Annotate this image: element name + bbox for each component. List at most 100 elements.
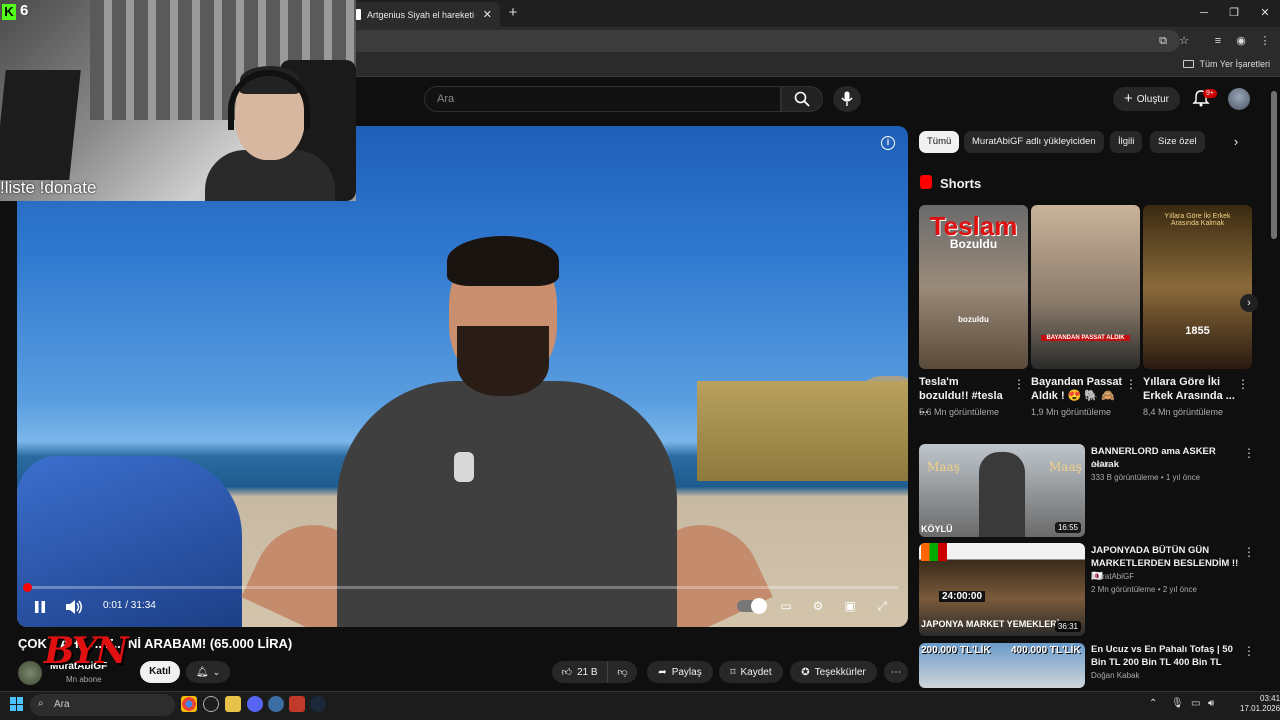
chip-for-you[interactable]: Size özel (1150, 131, 1205, 153)
taskbar-search-label: Ara (54, 699, 70, 710)
video-thumbnail[interactable]: Maaş Maaş KÖYLÜ 16:55 (919, 444, 1085, 537)
short-thumbnail[interactable]: Yıllara Göre İki Erkek Arasında Kalmak 1… (1143, 205, 1252, 369)
short-thumbnail[interactable]: BAYANDAN PASSAT ALDIK (1031, 205, 1140, 369)
chrome-icon[interactable] (181, 696, 197, 712)
channel-name[interactable]: Doğan Kabak (1091, 671, 1139, 680)
restore-button[interactable]: ❐ (1224, 4, 1244, 22)
media-controls-icon[interactable]: ≡ (1210, 33, 1226, 49)
thanks-button[interactable]: ✪ Teşekkürler (790, 661, 877, 683)
volume-icon (66, 600, 82, 614)
settings-button[interactable]: ⚙ (807, 595, 829, 617)
short-title[interactable]: Bayandan Passat Aldık ! 😍 🐘 🙈 (1031, 375, 1123, 403)
microphone-icon[interactable]: 🎙︎ (1171, 698, 1184, 709)
taskbar-clock[interactable]: 03:41 17.01.2026 (1240, 694, 1280, 714)
channel-avatar[interactable] (18, 661, 42, 685)
short-views: 8,4 Mn görüntüleme (1143, 407, 1224, 417)
thumb-figure (979, 452, 1025, 537)
new-tab-button[interactable]: + (505, 5, 521, 21)
chip-related[interactable]: İlgili (1110, 131, 1143, 153)
info-icon[interactable]: i (881, 136, 895, 150)
app-icon[interactable] (268, 696, 284, 712)
display-icon[interactable]: ▭ (1191, 698, 1200, 709)
volume-button[interactable] (64, 598, 84, 616)
video-duration: 16:55 (1054, 522, 1081, 533)
thanks-icon: ✪ (801, 666, 810, 678)
more-icon[interactable]: ⋮ (1013, 377, 1025, 391)
chip-uploader[interactable]: MuratAbiGF adlı yükleyiciden (964, 131, 1104, 153)
bookmark-icon: ⌑ (730, 666, 736, 678)
address-bar[interactable] (350, 30, 1180, 52)
subtitles-button[interactable]: ▭ (775, 595, 797, 617)
fullscreen-button[interactable]: ⤢ (871, 595, 893, 617)
time-display: 0:01 / 31:34 (103, 600, 156, 611)
volume-icon[interactable]: 🔊︎ (1208, 698, 1214, 709)
dislike-button[interactable]: 👎︎ (607, 661, 637, 683)
more-icon[interactable]: ⋮ (1243, 545, 1255, 559)
short-thumbnail[interactable]: Teslam Bozuldu bozuldu (919, 205, 1028, 369)
chip-all[interactable]: Tümü (919, 131, 960, 153)
more-actions-button[interactable]: ⋯ (884, 661, 908, 683)
tab-favicon-icon (356, 9, 361, 20)
subscription-bell-button[interactable]: 🔔︎ ⌄ (186, 661, 230, 683)
voice-search-button[interactable] (833, 86, 861, 112)
search-button[interactable] (781, 86, 823, 112)
kick-logo-icon: K (2, 4, 16, 20)
theater-mode-button[interactable]: ▣ (839, 595, 861, 617)
chevron-right-icon[interactable]: › (1228, 134, 1244, 150)
video-thumbnail[interactable]: 200.000 TL'LİK 400.000 TL'LİK (919, 643, 1085, 688)
video-player[interactable]: i 0:01 / 31:34 ▭ ⚙ ▣ ⤢ (17, 126, 908, 627)
progress-bar[interactable] (27, 586, 898, 589)
more-icon[interactable]: ⋮ (1243, 644, 1255, 658)
create-label: Oluştur (1136, 93, 1169, 105)
app-icon[interactable] (203, 696, 219, 712)
browser-menu-icon[interactable]: ⋮ (1257, 33, 1273, 49)
profile-icon[interactable]: ◉ (1233, 33, 1249, 49)
save-button[interactable]: ⌑ Kaydet (719, 661, 783, 683)
shorts-next-button[interactable]: › (1240, 294, 1258, 312)
folder-icon (1183, 60, 1195, 68)
app-icon[interactable] (289, 696, 305, 712)
search-input[interactable]: Ara (424, 86, 781, 112)
thumbs-down-icon: 👎︎ (617, 667, 628, 678)
more-icon[interactable]: ⋮ (1237, 377, 1249, 391)
scrubber-handle[interactable] (23, 583, 32, 592)
bookmark-star-icon[interactable]: ☆ (1176, 33, 1192, 49)
minimize-button[interactable]: ─ (1194, 4, 1214, 22)
thumbs-up-icon: 👍︎ (561, 667, 572, 678)
close-window-button[interactable]: ✕ (1255, 4, 1275, 22)
all-bookmarks[interactable]: Tüm Yer İşaretleri (1183, 59, 1270, 69)
create-button[interactable]: + Oluştur (1113, 87, 1180, 111)
scene-person-beard (457, 326, 549, 396)
discord-icon[interactable] (247, 696, 263, 712)
tab-close-icon[interactable]: ✕ (483, 8, 492, 21)
file-explorer-icon[interactable] (225, 696, 241, 712)
short-overlay-text: Yıllara Göre İki Erkek Arasında Kalmak (1164, 213, 1231, 227)
channel-name[interactable]: Ackie (1091, 460, 1111, 469)
like-button[interactable]: 👍︎ 21 B (552, 661, 607, 683)
share-button[interactable]: ➦ Paylaş (647, 661, 713, 683)
autoplay-toggle[interactable] (737, 598, 767, 614)
account-avatar[interactable] (1228, 88, 1250, 110)
video-meta: 2 Mn görüntüleme • 2 yıl önce (1091, 585, 1197, 594)
install-app-icon[interactable]: ⧉ (1155, 33, 1171, 49)
join-button[interactable]: Katıl (140, 661, 180, 683)
theater-icon: ▣ (844, 599, 856, 613)
more-icon[interactable]: ⋮ (1125, 377, 1137, 391)
short-title[interactable]: Yıllara Göre İki Erkek Arasında ... (1143, 375, 1235, 403)
thumb-text: KÖYLÜ (921, 524, 953, 534)
video-title[interactable]: En Ucuz vs En Pahalı Tofaş | 50 Bin TL 2… (1091, 643, 1239, 669)
page-scrollbar[interactable] (1271, 91, 1277, 239)
start-button[interactable] (10, 697, 24, 711)
steam-icon[interactable] (310, 696, 326, 712)
bell-icon: 🔔︎ (195, 666, 209, 678)
pause-button[interactable] (31, 598, 49, 616)
short-overlay-text: bozuldu (958, 315, 989, 324)
browser-tab[interactable]: Artgenius Siyah el hareketi orta ✕ (348, 2, 500, 27)
taskbar-search[interactable]: Ara (30, 694, 175, 716)
tray-chevron-icon[interactable]: ⌃ (1149, 698, 1157, 709)
thumb-text: 24:00:00 (939, 591, 986, 602)
video-thumbnail[interactable]: 24:00:00 JAPONYA MARKET YEMEKLERİ 36:31 (919, 543, 1085, 636)
video-title[interactable]: BANNERLORD ama ASKER olarak (1091, 445, 1239, 471)
channel-name[interactable]: MuratAbiGF (1091, 572, 1134, 581)
more-icon[interactable]: ⋮ (1243, 446, 1255, 460)
